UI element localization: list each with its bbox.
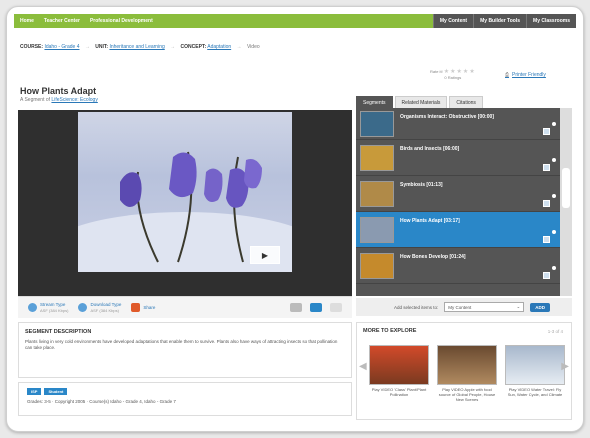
description-heading: SEGMENT DESCRIPTION: [25, 329, 92, 335]
more-pagination: 1-3 of 4: [547, 329, 563, 334]
segment-thumbnail: [360, 180, 394, 207]
subtitle-prefix: A Segment of: [20, 97, 51, 103]
stream-sub: ASF (384 Kbps): [40, 308, 69, 313]
unit-link[interactable]: Inheritance and Learning: [109, 44, 164, 50]
course-label: COURSE:: [20, 44, 44, 50]
chevron-down-icon: ⌄: [516, 304, 521, 309]
explore-card[interactable]: Play VIDEO 'Class' Plant/Plant Pollinati…: [369, 345, 429, 397]
chevron-left-icon[interactable]: ◀: [359, 361, 367, 372]
chevron-right-icon[interactable]: ▶: [561, 361, 569, 372]
concept-link[interactable]: Adaptation: [207, 44, 231, 50]
explore-card-thumbnail: [437, 345, 497, 385]
explore-card[interactable]: Play VIDEO Water Travel: Fly Sun, Water …: [505, 345, 565, 397]
share-button[interactable]: Share: [131, 303, 155, 312]
download-sub: ASF (384 Kbps): [90, 308, 119, 313]
explore-card-caption: Play VIDEO Water Travel: Fly Sun, Water …: [507, 387, 563, 397]
segment-markers: [550, 108, 558, 296]
breadcrumb: COURSE: Idaho - Grade 4 → UNIT: Inherita…: [20, 44, 260, 50]
add-checkbox-icon[interactable]: [543, 128, 550, 135]
explore-card-caption: Play VIDEO Apple with food source of Glo…: [438, 387, 496, 402]
destination-select[interactable]: My Content ⌄: [444, 302, 525, 312]
page-subtitle: A Segment of LifeScience: Ecology: [20, 97, 98, 103]
download-type-button[interactable]: Download Type ASF (384 Kbps): [78, 302, 121, 313]
subtitle-link[interactable]: LifeScience: Ecology: [51, 97, 97, 103]
stream-type-button[interactable]: Stream Type ASF (384 Kbps): [28, 302, 68, 313]
printer-label: Printer Friendly: [512, 72, 546, 78]
course-link[interactable]: Idaho - Grade 4: [44, 44, 79, 50]
destination-select-value: My Content: [448, 304, 472, 310]
nav-teacher-center[interactable]: Teacher Center: [44, 18, 80, 24]
nav-home[interactable]: Home: [20, 18, 34, 24]
nav-my-content[interactable]: My Content: [432, 14, 473, 28]
breadcrumb-current: Video: [246, 44, 260, 50]
printer-icon: ⎙: [505, 72, 510, 78]
nav-my-builder-tools[interactable]: My Builder Tools: [473, 14, 526, 28]
add-checkbox-icon[interactable]: [543, 200, 550, 207]
play-button[interactable]: ▶: [250, 246, 280, 264]
segment-list: Organisms Interact: Obstructive [00:00] …: [356, 108, 572, 296]
fullscreen-icon[interactable]: [310, 303, 322, 312]
popout-icon[interactable]: [330, 303, 342, 312]
share-label: Share: [143, 304, 156, 310]
explore-card[interactable]: Play VIDEO Apple with food source of Glo…: [437, 345, 497, 402]
rating-label: Rate it!: [430, 69, 443, 74]
add-checkbox-icon[interactable]: [543, 164, 550, 171]
add-checkbox-icon[interactable]: [543, 236, 550, 243]
segment-thumbnail: [360, 144, 394, 171]
segment-thumbnail: [360, 110, 394, 137]
segment-item[interactable]: Organisms Interact: Obstructive [00:00]: [356, 108, 572, 140]
description-text: Plants living in very cold environments …: [25, 339, 338, 350]
add-button[interactable]: ADD: [530, 302, 551, 312]
nav-my-classrooms[interactable]: My Classrooms: [526, 14, 576, 28]
top-navigation: Home Teacher Center Professional Develop…: [14, 14, 576, 28]
rating-count: 0 Ratings: [444, 75, 462, 80]
player-controls: Stream Type ASF (384 Kbps) Download Type A…: [18, 296, 352, 318]
explore-card-thumbnail: [505, 345, 565, 385]
explore-card-caption: Play VIDEO 'Class' Plant/Plant Pollinati…: [371, 387, 427, 397]
play-icon: ▶: [261, 250, 269, 260]
segment-name: Organisms Interact: Obstructive [00:00]: [400, 114, 494, 120]
page-title: How Plants Adapt: [20, 86, 97, 96]
segment-name: How Plants Adapt [03:17]: [400, 218, 460, 224]
add-checkbox-icon[interactable]: [543, 272, 550, 279]
more-heading: MORE TO EXPLORE: [363, 328, 417, 334]
segment-item[interactable]: Birds and Insects [06:00]: [356, 140, 572, 176]
segment-thumbnail: [360, 252, 394, 279]
badge-student: Student: [44, 388, 68, 395]
add-items-bar: Add selected items to: My Content ⌄ ADD: [356, 298, 572, 316]
segment-name: Symbiosis [01:13]: [400, 182, 443, 188]
segment-name: How Bones Develop [01:24]: [400, 254, 466, 260]
video-player[interactable]: ▶: [18, 110, 352, 296]
meta-info: Grades: 3-5 · Copyright 2005 · Course(s)…: [27, 399, 176, 404]
nav-professional-development[interactable]: Professional Development: [90, 18, 153, 24]
badge-isp: ISP: [27, 388, 42, 395]
segment-name: Birds and Insects [06:00]: [400, 146, 460, 152]
unit-label: UNIT:: [95, 44, 109, 50]
segment-item[interactable]: Symbiosis [01:13]: [356, 176, 572, 212]
share-icon: [131, 303, 141, 312]
rating-widget[interactable]: Rate it! ★★★★★ 0 Ratings: [430, 68, 476, 80]
scrollbar-thumb[interactable]: [562, 168, 570, 208]
segment-scrollbar[interactable]: [560, 108, 572, 296]
segment-description-panel: SEGMENT DESCRIPTION Plants living in ver…: [18, 322, 352, 378]
segment-item[interactable]: How Bones Develop [01:24]: [356, 248, 572, 284]
printer-friendly-link[interactable]: ⎙ Printer Friendly: [505, 72, 546, 78]
resize-icon[interactable]: [290, 303, 302, 312]
add-items-label: Add selected items to:: [394, 304, 439, 310]
concept-label: CONCEPT:: [180, 44, 207, 50]
segment-thumbnail: [360, 216, 394, 243]
segment-item-active[interactable]: How Plants Adapt [03:17]: [356, 212, 572, 248]
more-to-explore-panel: MORE TO EXPLORE 1-3 of 4 ◀ Play VIDEO 'C…: [356, 322, 572, 420]
stream-icon: [28, 303, 37, 312]
segment-meta-panel: ISP Student Grades: 3-5 · Copyright 2005…: [18, 382, 352, 416]
explore-card-thumbnail: [369, 345, 429, 385]
download-icon: [78, 303, 88, 312]
video-frame[interactable]: ▶: [78, 112, 292, 272]
